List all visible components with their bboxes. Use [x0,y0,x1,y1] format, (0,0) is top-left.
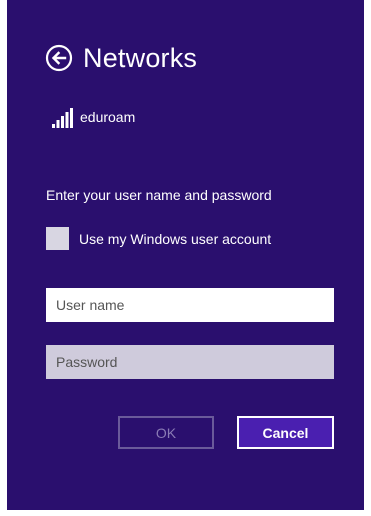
password-input[interactable] [46,345,334,379]
windows-account-checkbox-label: Use my Windows user account [79,230,272,247]
windows-account-checkbox[interactable] [46,227,69,250]
page-title: Networks [83,42,198,73]
username-input[interactable] [46,288,334,322]
panel-header: Networks [45,40,197,76]
back-button[interactable] [45,44,73,72]
wifi-signal-bars-icon [52,108,73,128]
network-auth-panel: Networks eduroam Enter your user name an… [7,0,364,510]
credentials-prompt: Enter your user name and password [46,187,272,203]
ok-button[interactable]: OK [118,416,214,449]
network-name: eduroam [80,109,136,125]
cancel-button[interactable]: Cancel [237,416,334,449]
back-arrow-circle-icon [45,44,73,72]
network-entry: eduroam [52,108,135,128]
windows-account-option[interactable]: Use my Windows user account [46,227,271,250]
